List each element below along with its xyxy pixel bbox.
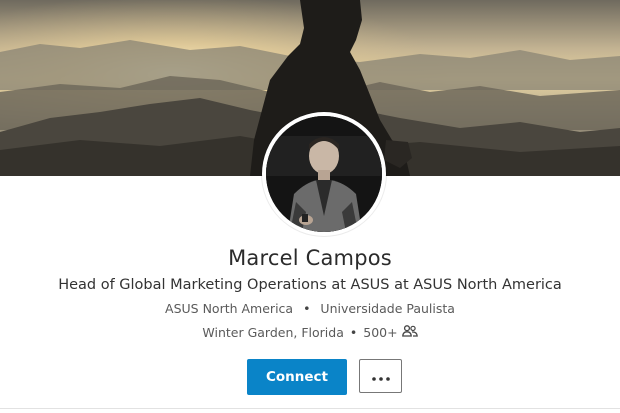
divider xyxy=(0,408,620,409)
separator-dot: • xyxy=(303,301,311,316)
avatar-photo xyxy=(266,116,382,232)
profile-location: Winter Garden, Florida xyxy=(202,325,344,340)
profile-affiliations: ASUS North America • Universidade Paulis… xyxy=(0,301,620,316)
school-link[interactable]: Universidade Paulista xyxy=(320,301,455,316)
more-horizontal-icon xyxy=(371,369,390,384)
more-actions-button[interactable] xyxy=(359,359,402,393)
avatar[interactable] xyxy=(262,112,386,236)
connections-count[interactable]: 500+ xyxy=(363,325,397,340)
profile-location-row: Winter Garden, Florida • 500+ xyxy=(202,325,418,340)
profile-info: Marcel Campos Head of Global Marketing O… xyxy=(0,240,620,341)
connect-button[interactable]: Connect xyxy=(247,359,347,395)
company-link[interactable]: ASUS North America xyxy=(165,301,293,316)
separator-dot: • xyxy=(349,325,358,340)
profile-actions: Connect xyxy=(0,359,620,395)
people-icon xyxy=(401,325,418,340)
profile-headline: Head of Global Marketing Operations at A… xyxy=(58,277,562,293)
profile-card: Marcel Campos Head of Global Marketing O… xyxy=(0,0,620,413)
profile-name: Marcel Campos xyxy=(228,246,392,270)
